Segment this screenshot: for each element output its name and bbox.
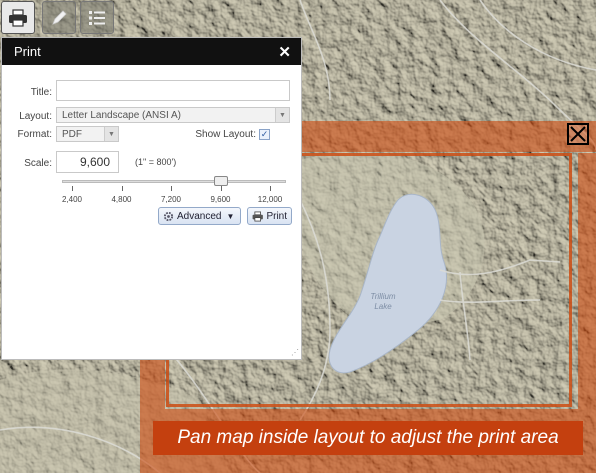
layout-label: Layout: [19,111,52,122]
scale-label: Scale: [24,158,52,169]
slider-tick-label: 4,800 [111,195,132,204]
scale-input[interactable] [56,151,119,173]
layout-select[interactable]: Letter Landscape (ANSI A) ▼ [56,107,290,123]
scale-slider-track[interactable] [62,180,286,183]
slider-tick [220,186,222,191]
close-icon[interactable]: ✕ [278,43,291,61]
format-label: Format: [17,129,52,140]
layout-instruction-banner: Pan map inside layout to adjust the prin… [153,421,583,455]
slider-tick [121,186,123,191]
format-select-value: PDF [62,128,82,140]
slider-tick [270,186,271,191]
print-button[interactable]: Print [247,207,292,225]
pencil-icon [52,9,67,25]
print-tool-button[interactable] [1,1,35,34]
slider-tick-label: 7,200 [160,195,182,204]
scale-ratio-text: (1" = 800') [135,157,177,167]
close-layout-icon[interactable] [567,123,589,145]
slider-tick [171,186,172,191]
printer-icon [9,8,27,27]
list-icon [89,10,105,25]
scale-slider-handle[interactable] [213,176,228,186]
title-input[interactable] [56,80,290,101]
slider-tick-label: 9,600 [210,195,231,204]
show-layout-label: Show Layout: [195,129,256,140]
chevron-down-icon: ▼ [104,127,118,141]
chevron-down-icon: ▼ [226,211,235,221]
slider-tick-label: 2,400 [61,195,83,204]
format-select[interactable]: PDF ▼ [56,126,119,142]
slider-tick [72,186,73,191]
print-button-label: Print [266,210,287,222]
title-label: Title: [30,87,52,98]
layout-select-value: Letter Landscape (ANSI A) [62,109,181,121]
print-panel: Print ✕ Title: Layout: Letter Landscape … [1,37,302,360]
print-panel-header: Print ✕ [2,38,301,65]
layer-list-tool-button[interactable] [80,1,114,34]
resize-grip-icon[interactable]: ⋰ [291,348,299,357]
show-layout-checkbox[interactable]: ✓ [259,129,270,140]
gear-icon [163,211,174,221]
print-panel-title: Print [14,44,41,59]
chevron-down-icon: ▼ [275,108,289,122]
draw-tool-button[interactable] [42,1,76,34]
advanced-button-label: Advanced [177,210,222,222]
advanced-button[interactable]: Advanced ▼ [158,207,241,225]
printer-icon [252,211,263,221]
slider-tick-label: 12,000 [257,195,283,204]
